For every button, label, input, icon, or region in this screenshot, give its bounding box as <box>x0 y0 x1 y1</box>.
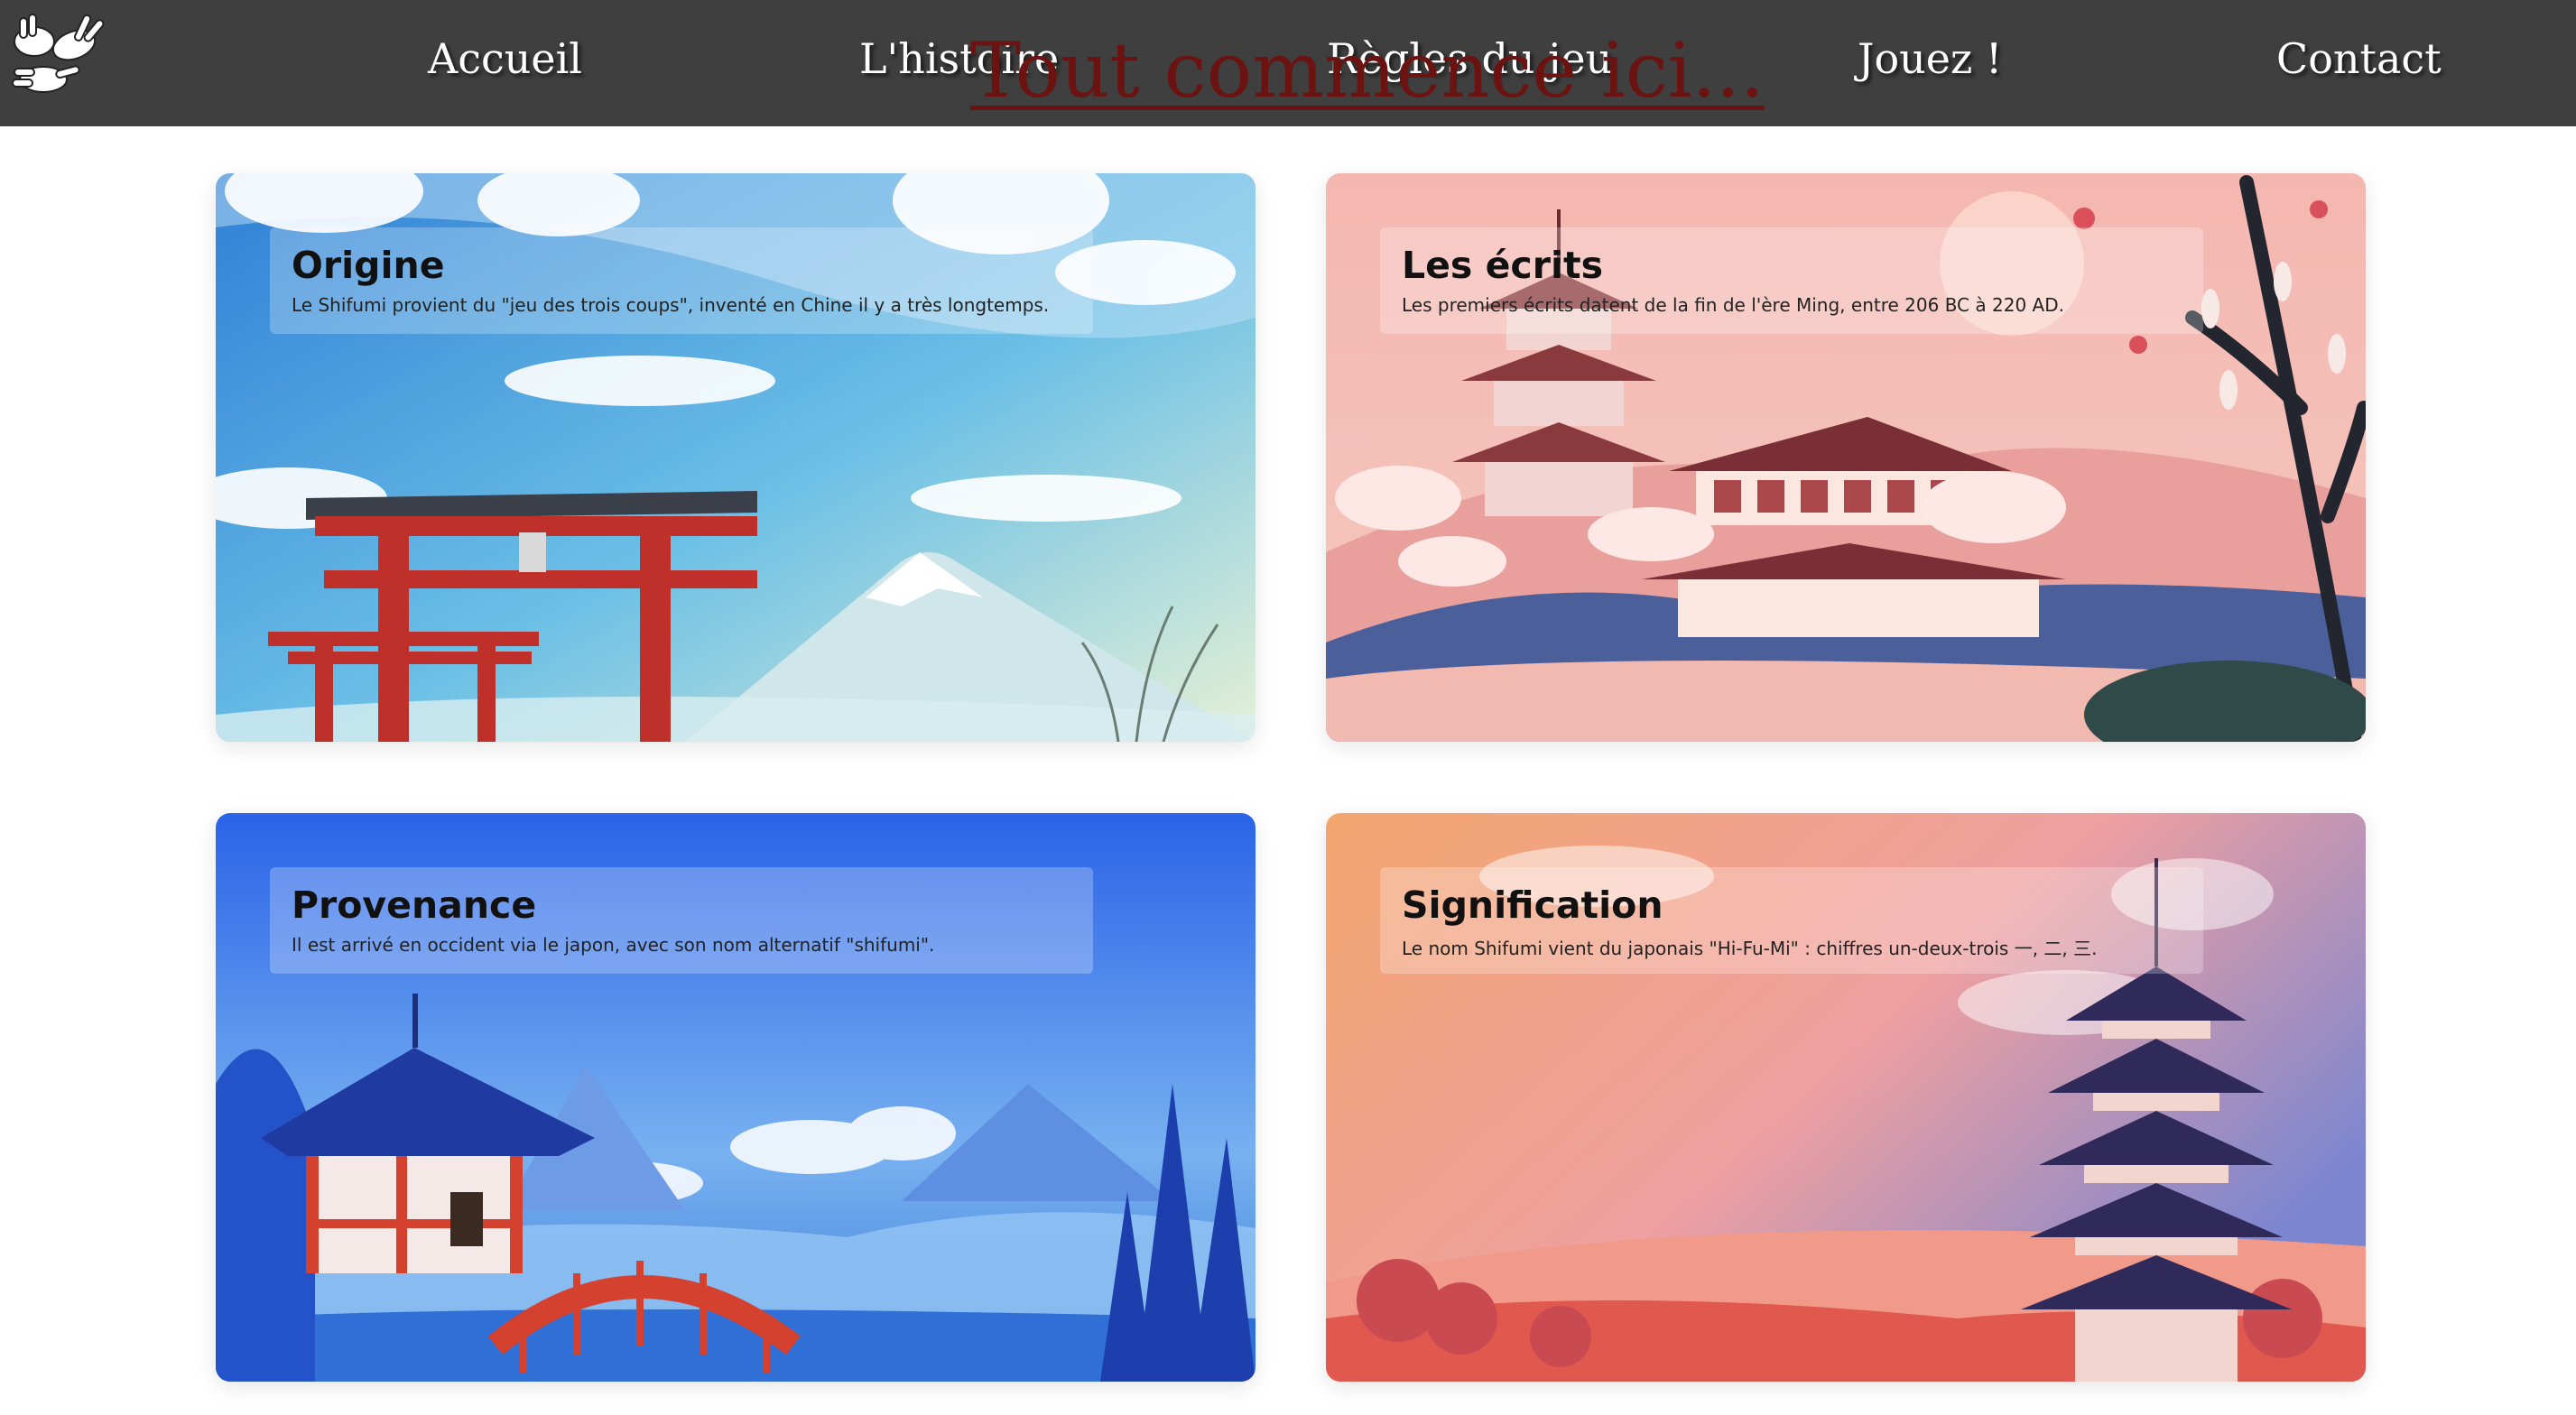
card-title: Les écrits <box>1402 244 1603 287</box>
top-navbar: Accueil L'histoire Règles du jeu Jouez !… <box>0 0 2576 126</box>
card-text: Le Shifumi provient du "jeu des trois co… <box>292 294 1050 316</box>
card-text: Le nom Shifumi vient du japonais "Hi-Fu-… <box>1402 938 2098 959</box>
card-title: Signification <box>1402 883 1663 927</box>
card-signification[interactable]: Signification Le nom Shifumi vient du ja… <box>1326 813 2366 1382</box>
card-label: Origine Le Shifumi provient du "jeu des … <box>270 227 1093 334</box>
rock-paper-scissors-hands-icon[interactable] <box>5 9 107 99</box>
card-provenance[interactable]: Provenance Il est arrivé en occident via… <box>216 813 1256 1382</box>
nav-link-contact[interactable]: Contact <box>2276 27 2442 90</box>
nav-link-histoire[interactable]: L'histoire <box>859 27 1059 90</box>
card-label: Les écrits Les premiers écrits datent de… <box>1380 227 2203 334</box>
card-les-ecrits[interactable]: Les écrits Les premiers écrits datent de… <box>1326 173 2366 742</box>
card-label: Provenance Il est arrivé en occident via… <box>270 867 1093 974</box>
nav-link-accueil[interactable]: Accueil <box>428 27 582 90</box>
nav-link-regles[interactable]: Règles du jeu <box>1327 27 1612 90</box>
card-origine[interactable]: Origine Le Shifumi provient du "jeu des … <box>216 173 1256 742</box>
card-title: Origine <box>292 244 445 287</box>
card-title: Provenance <box>292 883 537 927</box>
card-label: Signification Le nom Shifumi vient du ja… <box>1380 867 2203 974</box>
card-text: Il est arrivé en occident via le japon, … <box>292 934 935 956</box>
card-text: Les premiers écrits datent de la fin de … <box>1402 294 2064 316</box>
nav-link-jouez[interactable]: Jouez ! <box>1858 27 2002 90</box>
